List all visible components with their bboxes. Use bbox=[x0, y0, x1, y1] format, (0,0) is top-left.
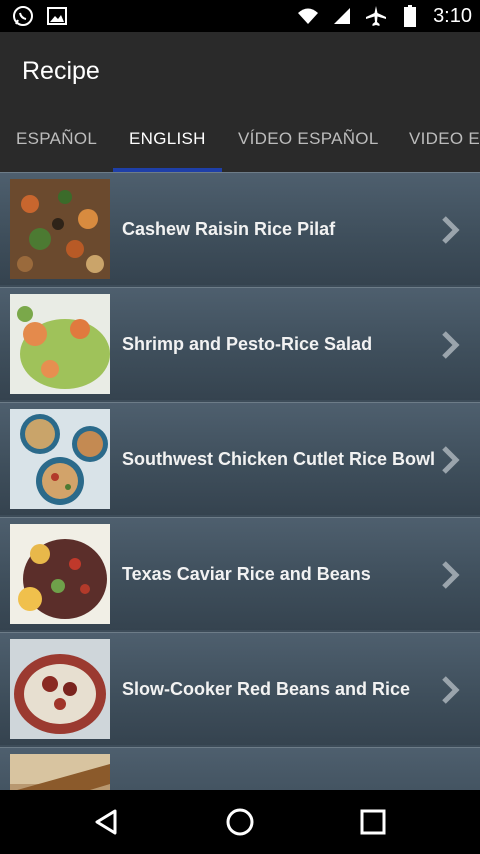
recipe-thumbnail bbox=[10, 754, 110, 790]
navigation-bar bbox=[0, 790, 480, 854]
tab-video-english[interactable]: VIDEO EN bbox=[409, 110, 480, 172]
battery-icon bbox=[399, 5, 421, 27]
app-title: Recipe bbox=[22, 56, 100, 85]
airplane-icon bbox=[365, 5, 387, 27]
chevron-right-icon bbox=[440, 675, 462, 705]
recipe-list[interactable]: Cashew Raisin Rice Pilaf Shrimp and Pest… bbox=[0, 172, 480, 790]
recipe-thumbnail bbox=[10, 294, 110, 394]
signal-icon bbox=[331, 5, 353, 27]
tab-espanol[interactable]: ESPAÑOL bbox=[16, 110, 97, 172]
back-icon[interactable] bbox=[91, 806, 123, 838]
recipe-title: Southwest Chicken Cutlet Rice Bowl bbox=[122, 449, 436, 469]
system-icons: 3:10 bbox=[297, 5, 472, 28]
recipe-title: Slow-Cooker Red Beans and Rice bbox=[122, 679, 411, 699]
recipe-title: Texas Caviar Rice and Beans bbox=[122, 564, 371, 584]
whatsapp-icon bbox=[12, 5, 34, 27]
app-bar: Recipe bbox=[0, 32, 480, 110]
home-icon[interactable] bbox=[224, 806, 256, 838]
recipe-thumbnail bbox=[10, 409, 110, 509]
status-bar: 3:10 bbox=[0, 0, 480, 32]
list-item[interactable]: Cashew Raisin Rice Pilaf bbox=[0, 172, 480, 285]
list-item[interactable]: Texas Caviar Rice and Beans bbox=[0, 517, 480, 630]
tab-english[interactable]: ENGLISH bbox=[129, 110, 206, 172]
recipe-title: Shrimp and Pesto-Rice Salad bbox=[122, 334, 373, 354]
chevron-right-icon bbox=[440, 330, 462, 360]
tab-video-espanol[interactable]: VÍDEO ESPAÑOL bbox=[238, 110, 379, 172]
chevron-right-icon bbox=[440, 560, 462, 590]
list-item[interactable]: Slow-Cooker Red Beans and Rice bbox=[0, 632, 480, 745]
list-item[interactable]: Southwest Chicken Cutlet Rice Bowl bbox=[0, 402, 480, 515]
chevron-right-icon bbox=[440, 215, 462, 245]
recipe-thumbnail bbox=[10, 524, 110, 624]
recents-icon[interactable] bbox=[357, 806, 389, 838]
wifi-icon bbox=[297, 5, 319, 27]
image-icon bbox=[46, 5, 68, 27]
notification-icons bbox=[12, 5, 68, 27]
list-item[interactable] bbox=[0, 747, 480, 790]
recipe-thumbnail bbox=[10, 639, 110, 739]
list-item[interactable]: Shrimp and Pesto-Rice Salad bbox=[0, 287, 480, 400]
tab-strip: ESPAÑOL ENGLISH VÍDEO ESPAÑOL VIDEO EN bbox=[0, 110, 480, 172]
chevron-right-icon bbox=[440, 445, 462, 475]
status-time: 3:10 bbox=[433, 4, 472, 27]
recipe-title: Cashew Raisin Rice Pilaf bbox=[122, 219, 336, 239]
recipe-thumbnail bbox=[10, 179, 110, 279]
